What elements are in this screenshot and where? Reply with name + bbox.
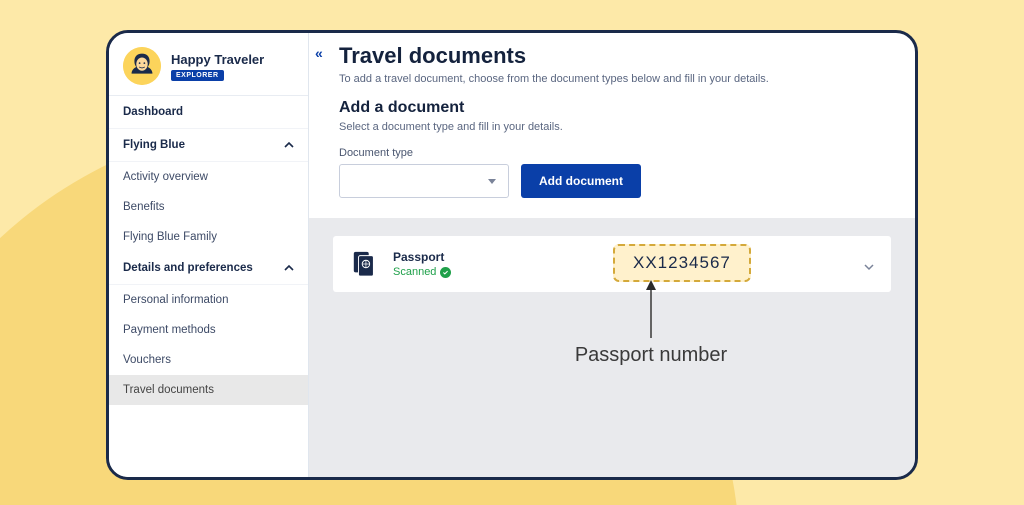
profile-block[interactable]: Happy Traveler EXPLORER (109, 33, 308, 96)
page-title: Travel documents (339, 43, 891, 69)
document-type-select[interactable] (339, 164, 509, 198)
nav-travel-documents[interactable]: Travel documents (109, 375, 308, 405)
annotation-arrow: Passport number (561, 280, 741, 367)
nav-details-preferences[interactable]: Details and preferences (109, 252, 308, 285)
page-subtitle: To add a travel document, choose from th… (339, 73, 891, 85)
section-subtitle: Select a document type and fill in your … (339, 121, 891, 133)
avatar (123, 47, 161, 85)
chevron-up-icon (284, 263, 294, 273)
avatar-illustration (123, 47, 161, 85)
profile-name: Happy Traveler (171, 52, 264, 67)
nav-vouchers[interactable]: Vouchers (109, 345, 308, 375)
nav-dashboard[interactable]: Dashboard (109, 96, 308, 129)
nav-details-label: Details and preferences (123, 262, 253, 274)
collapse-sidebar-button[interactable]: « (315, 45, 321, 61)
nav-activity-overview[interactable]: Activity overview (109, 162, 308, 192)
nav-benefits[interactable]: Benefits (109, 192, 308, 222)
document-status-text: Scanned (393, 266, 436, 278)
passport-icon (351, 250, 379, 278)
section-title: Add a document (339, 99, 891, 117)
profile-badge: EXPLORER (171, 70, 224, 81)
nav-flying-blue-label: Flying Blue (123, 139, 185, 151)
app-window: Happy Traveler EXPLORER Dashboard Flying… (106, 30, 918, 480)
nav-payment-methods[interactable]: Payment methods (109, 315, 308, 345)
chevron-up-icon (284, 140, 294, 150)
check-icon (440, 267, 451, 278)
documents-list-area: Passport Scanned XX1234567 (309, 218, 915, 477)
nav-personal-information[interactable]: Personal information (109, 285, 308, 315)
sidebar: Happy Traveler EXPLORER Dashboard Flying… (109, 33, 309, 477)
document-status: Scanned (393, 266, 451, 278)
chevron-down-icon[interactable] (863, 260, 875, 278)
document-number-highlight: XX1234567 (613, 244, 751, 282)
add-document-button[interactable]: Add document (521, 164, 641, 198)
document-title: Passport (393, 250, 451, 264)
main-content: « Travel documents To add a travel docum… (309, 33, 915, 477)
annotation-label: Passport number (575, 344, 727, 367)
nav-flying-blue-family[interactable]: Flying Blue Family (109, 222, 308, 252)
nav-dashboard-label: Dashboard (123, 106, 183, 118)
document-type-label: Document type (339, 147, 891, 159)
nav-flying-blue[interactable]: Flying Blue (109, 129, 308, 162)
